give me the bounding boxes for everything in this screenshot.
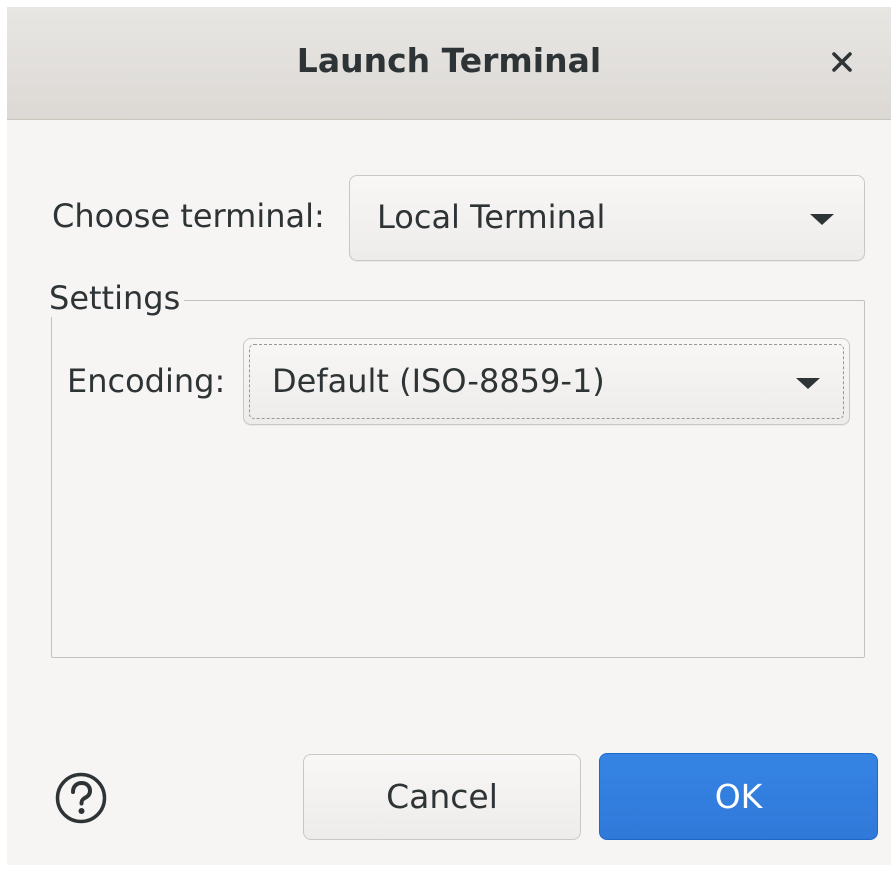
settings-legend: Settings — [49, 279, 185, 317]
chevron-down-icon — [810, 214, 834, 225]
help-icon — [55, 772, 107, 824]
encoding-label: Encoding: — [67, 362, 226, 400]
terminal-select-value: Local Terminal — [377, 198, 606, 236]
terminal-select[interactable]: Local Terminal — [349, 175, 865, 261]
help-button[interactable] — [54, 771, 108, 825]
chevron-down-icon — [796, 378, 820, 389]
dialog-title: Launch Terminal — [296, 41, 602, 80]
encoding-select[interactable]: Default (ISO-8859-1) — [243, 338, 850, 425]
cancel-button[interactable]: Cancel — [303, 754, 581, 840]
choose-terminal-label: Choose terminal: — [52, 197, 325, 235]
close-button[interactable] — [819, 39, 865, 85]
close-icon — [832, 52, 852, 72]
ok-button[interactable]: OK — [599, 753, 878, 840]
title-bar: Launch Terminal — [7, 7, 891, 120]
encoding-select-value: Default (ISO-8859-1) — [272, 362, 605, 400]
launch-terminal-dialog: Launch Terminal Choose terminal: Local T… — [7, 7, 891, 865]
